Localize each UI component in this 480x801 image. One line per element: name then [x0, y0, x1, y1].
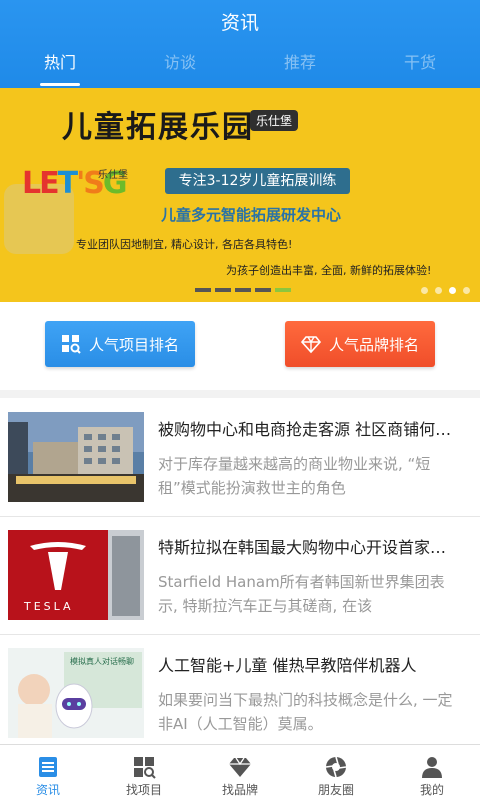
- carousel-dot[interactable]: [435, 287, 442, 294]
- article-summary: 如果要问当下最热门的科技概念是什么, 一定非AI（人工智能）莫属。: [158, 691, 453, 733]
- tab-recommend[interactable]: 推荐: [240, 50, 360, 88]
- banner-desc-1: 专业团队因地制宜, 精心设计, 各店各具特色!: [76, 238, 293, 251]
- article-title: 特斯拉拟在韩国最大购物中心开设首家门店: [158, 538, 458, 557]
- aperture-icon: [325, 756, 347, 778]
- tab-practical[interactable]: 干货: [360, 50, 480, 88]
- banner-decor-bars: [195, 288, 291, 292]
- article-list: 被购物中心和电商抢走客源 社区商铺何去何从 对于库存量越来越高的商业物业来说, …: [0, 398, 480, 744]
- diamond-icon: [229, 757, 251, 777]
- ranking-buttons: 人气项目排名 人气品牌排名: [0, 302, 480, 390]
- tab-interview[interactable]: 访谈: [120, 50, 240, 88]
- tab-friends[interactable]: 朋友圈: [288, 745, 384, 801]
- robot-banner-text: 模拟真人对话畅聊: [70, 656, 134, 666]
- article-title: 被购物中心和电商抢走客源 社区商铺何去何从: [158, 420, 458, 439]
- category-tabs: 热门 访谈 推荐 干货: [0, 50, 480, 88]
- news-icon: [39, 757, 57, 777]
- article-thumbnail-robot: 模拟真人对话畅聊: [8, 648, 144, 738]
- tesla-wordmark: TESLA: [23, 600, 74, 613]
- tab-hot[interactable]: 热门: [0, 50, 120, 88]
- article-title: 人工智能+儿童 催热早教陪伴机器人: [158, 656, 417, 675]
- carousel-dots: [421, 287, 470, 294]
- banner-subtitle: 儿童多元智能拓展研发中心: [161, 206, 342, 224]
- banner-desc-2: 为孩子创造出丰富, 全面, 新鲜的拓展体验!: [226, 264, 432, 277]
- article-item[interactable]: TESLA 特斯拉拟在韩国最大购物中心开设首家门店 Starfield Hana…: [0, 516, 480, 635]
- tab-find-brand[interactable]: 找品牌: [192, 745, 288, 801]
- person-icon: [422, 757, 442, 778]
- project-ranking-button[interactable]: 人气项目排名: [45, 321, 195, 367]
- carousel-dot-active[interactable]: [449, 287, 456, 294]
- article-summary: Starfield Hanam所有者韩国新世界集团表示, 特斯拉汽车正与其磋商,…: [158, 573, 445, 615]
- banner-brand-badge: 乐仕堡: [250, 110, 299, 131]
- tab-news[interactable]: 资讯: [0, 745, 96, 801]
- banner-pill: 专注3-12岁儿童拓展训练: [165, 168, 350, 194]
- grid-search-icon: [61, 335, 81, 354]
- carousel-dot[interactable]: [421, 287, 428, 294]
- header: 资讯 热门 访谈 推荐 干货: [0, 0, 480, 88]
- tab-label: 我的: [419, 783, 444, 797]
- promo-banner[interactable]: 儿童拓展乐园 乐仕堡 LET'SG 乐仕堡 专注3-12岁儿童拓展训练 儿童多元…: [0, 88, 480, 302]
- article-thumbnail-tesla: TESLA: [8, 530, 144, 620]
- article-summary: 对于库存量越来越高的商业物业来说, “短租”模式能扮演救世主的角色: [158, 455, 431, 497]
- page-title: 资讯: [220, 12, 259, 34]
- article-item[interactable]: 被购物中心和电商抢走客源 社区商铺何去何从 对于库存量越来越高的商业物业来说, …: [0, 398, 480, 517]
- brand-ranking-label: 人气品牌排名: [328, 335, 419, 354]
- article-item[interactable]: 模拟真人对话畅聊 人工智能+儿童 催热早教陪伴机器人 如果要问当下最热门的科技概…: [0, 634, 480, 744]
- tab-find-project[interactable]: 找项目: [96, 745, 192, 801]
- project-ranking-label: 人气项目排名: [88, 335, 179, 354]
- logo-subtext: 乐仕堡: [98, 170, 128, 181]
- carousel-dot[interactable]: [463, 287, 470, 294]
- diamond-icon: [300, 336, 321, 354]
- grid-search-icon: [134, 757, 156, 779]
- tab-label: 找品牌: [221, 783, 258, 797]
- article-thumbnail-building: [8, 412, 144, 502]
- tab-me[interactable]: 我的: [384, 745, 480, 801]
- tab-label: 朋友圈: [317, 783, 354, 797]
- banner-title: 儿童拓展乐园: [62, 110, 254, 145]
- bottom-tab-bar: 资讯 找项目 找品牌 朋友圈 我的: [0, 744, 480, 801]
- tab-label: 找项目: [125, 783, 162, 797]
- tab-label: 资讯: [35, 783, 60, 797]
- brand-ranking-button[interactable]: 人气品牌排名: [285, 321, 435, 367]
